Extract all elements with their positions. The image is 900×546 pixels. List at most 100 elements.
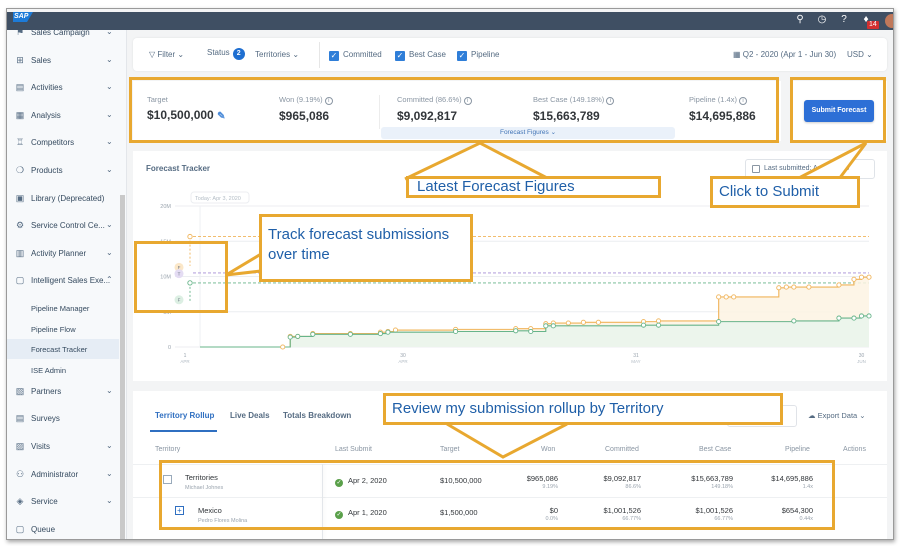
chevron-down-icon[interactable]: ⌄ xyxy=(106,165,113,174)
help-icon[interactable]: ? xyxy=(838,14,850,26)
sidebar-subitem-forecast-tracker[interactable]: Forecast Tracker xyxy=(7,339,119,360)
chart-title: Forecast Tracker xyxy=(146,164,211,173)
highlight-markers-box xyxy=(134,241,228,313)
service-icon: ◈ xyxy=(16,496,24,507)
x-tick-sublabel: MAY xyxy=(631,359,640,364)
sidebar-item-activities[interactable]: ▤ Activities ⌄ xyxy=(7,78,119,98)
callout-click-to-submit: Click to Submit xyxy=(710,176,860,208)
sidebar-item-visits[interactable]: ▨ Visits ⌄ xyxy=(7,437,119,457)
chevron-down-icon[interactable]: ⌄ xyxy=(106,248,113,257)
status-filter[interactable]: Status 2 xyxy=(207,48,245,60)
app-window: SAP ⚲ ◷ ? ♦ 14 ⚑ Sales Campaign ⌄ ⊞ Sales ⌄ ▤ A… xyxy=(6,8,894,540)
currency-dropdown[interactable]: USD ⌄ xyxy=(847,50,873,59)
sidebar-item-analysis[interactable]: ▦ Analysis ⌄ xyxy=(7,106,119,126)
committed-point xyxy=(858,313,865,319)
sidebar-item-administrator[interactable]: ⚇ Administrator ⌄ xyxy=(7,465,119,485)
filter-dropdown[interactable]: ▽ Filter ⌄ xyxy=(149,50,184,59)
committed-checkbox[interactable]: ✓ Committed xyxy=(329,50,382,61)
committed-point xyxy=(543,323,549,329)
sidebar-item-sales-campaign[interactable]: ⚑ Sales Campaign ⌄ xyxy=(7,30,119,43)
chevron-down-icon[interactable]: ⌄ xyxy=(106,110,113,119)
activities-icon: ▤ xyxy=(15,82,25,93)
column-header-best-case[interactable]: Best Case xyxy=(699,446,731,453)
sidebar: ⚑ Sales Campaign ⌄ ⊞ Sales ⌄ ▤ Activities ⌄ ▦ Anal… xyxy=(7,30,127,539)
intelligent-sales-icon: ▢ xyxy=(15,275,25,286)
x-tick-sublabel: APR xyxy=(398,359,408,364)
shell-bar: SAP ⚲ ◷ ? ♦ 14 xyxy=(7,12,893,30)
sap-logo[interactable]: SAP xyxy=(13,12,33,22)
committed-point xyxy=(655,322,662,328)
chevron-up-icon[interactable]: ⌃ xyxy=(106,275,113,284)
column-header-pipeline[interactable]: Pipeline xyxy=(785,446,810,453)
sidebar-scrollbar[interactable] xyxy=(120,195,125,539)
sidebar-item-intelligent-sales-exe[interactable]: ▢ Intelligent Sales Exe... ⌃ xyxy=(7,271,119,291)
export-data-button[interactable]: ☁ Export Data ⌄ xyxy=(808,411,866,420)
highlight-submit-box xyxy=(790,77,886,143)
chevron-down-icon: ⌄ xyxy=(292,50,300,59)
calendar-icon: ▦ xyxy=(733,50,743,59)
sidebar-subitem-pipeline-manager[interactable]: Pipeline Manager xyxy=(7,298,119,318)
sidebar-item-queue[interactable]: ▢ Queue xyxy=(7,520,119,539)
column-header-last-submit[interactable]: Last Submit xyxy=(335,446,372,453)
chevron-down-icon[interactable]: ⌄ xyxy=(106,469,113,478)
active-tab-indicator xyxy=(150,430,217,432)
tab-totals-breakdown[interactable]: Totals Breakdown xyxy=(283,411,351,420)
sidebar-item-library-deprecated[interactable]: ▣ Library (Deprecated) xyxy=(7,189,119,209)
sidebar-item-products[interactable]: ❍ Products ⌄ xyxy=(7,161,119,181)
column-header-committed[interactable]: Committed xyxy=(605,446,639,453)
best-case-point xyxy=(565,320,571,326)
sidebar-item-surveys[interactable]: ▤ Surveys xyxy=(7,409,119,429)
products-icon: ❍ xyxy=(15,165,25,175)
best-case-point xyxy=(595,319,601,325)
chevron-down-icon[interactable]: ⌄ xyxy=(106,386,113,395)
y-tick-label: 0 xyxy=(168,345,171,351)
period-selector[interactable]: ▦ Q2 - 2020 (Apr 1 - Jun 30) xyxy=(733,50,836,59)
column-header-territory[interactable]: Territory xyxy=(155,446,180,453)
column-header-won[interactable]: Won xyxy=(541,446,555,453)
partners-icon: ▧ xyxy=(15,385,25,396)
sidebar-subitem-ise-admin[interactable]: ISE Admin xyxy=(7,360,119,380)
best-case-point xyxy=(392,327,399,333)
best-case-checkbox[interactable]: ✓ Best Case xyxy=(395,50,446,61)
best-case-point xyxy=(858,274,865,280)
committed-point xyxy=(851,315,857,321)
committed-point xyxy=(528,328,534,335)
best-case-ref-point xyxy=(187,233,193,240)
sidebar-item-partners[interactable]: ▧ Partners ⌄ xyxy=(7,382,119,402)
committed-point xyxy=(640,322,647,328)
committed-point xyxy=(295,333,301,339)
sidebar-item-sales[interactable]: ⊞ Sales ⌄ xyxy=(7,51,119,71)
x-tick-sublabel: JUN xyxy=(857,359,866,364)
chevron-down-icon[interactable]: ⌄ xyxy=(106,55,113,64)
clock-icon[interactable]: ◷ xyxy=(816,14,828,26)
filter-bar: ▽ Filter ⌄ Status 2 Territories ⌄ ✓ Commit… xyxy=(133,38,887,71)
service-control-icon: ⚙ xyxy=(15,220,25,231)
committed-point xyxy=(866,313,872,319)
sidebar-item-service[interactable]: ◈ Service ⌄ xyxy=(7,492,119,512)
surveys-icon: ▤ xyxy=(15,413,25,424)
sidebar-subitem-pipeline-flow[interactable]: Pipeline Flow xyxy=(7,319,119,339)
queue-icon: ▢ xyxy=(15,523,25,534)
sidebar-item-service-control-ce[interactable]: ⚙ Service Control Ce... ⌄ xyxy=(7,216,119,236)
pipeline-checkbox[interactable]: ✓ Pipeline xyxy=(457,50,499,61)
search-icon[interactable]: ⚲ xyxy=(794,14,806,26)
committed-point xyxy=(377,331,383,337)
highlight-kpi-box xyxy=(129,77,779,143)
column-header-target[interactable]: Target xyxy=(440,446,459,453)
calendar-check-icon xyxy=(752,165,760,173)
tab-live-deals[interactable]: Live Deals xyxy=(230,411,270,420)
territories-dropdown[interactable]: Territories ⌄ xyxy=(255,50,299,59)
best-case-point xyxy=(655,318,662,324)
chevron-down-icon[interactable]: ⌄ xyxy=(106,30,113,36)
checkbox-checked-icon: ✓ xyxy=(329,51,339,61)
chevron-down-icon[interactable]: ⌄ xyxy=(106,82,113,91)
avatar[interactable] xyxy=(885,14,893,28)
sidebar-item-competitors[interactable]: ♖ Competitors ⌄ xyxy=(7,133,119,153)
chevron-down-icon[interactable]: ⌄ xyxy=(106,441,113,450)
sidebar-item-activity-planner[interactable]: ▥ Activity Planner ⌄ xyxy=(7,244,119,264)
best-case-point xyxy=(280,344,286,350)
chevron-down-icon[interactable]: ⌄ xyxy=(106,137,113,146)
chevron-down-icon[interactable]: ⌄ xyxy=(106,496,113,505)
chevron-down-icon[interactable]: ⌄ xyxy=(106,220,113,229)
tab-territory-rollup[interactable]: Territory Rollup xyxy=(155,411,214,420)
